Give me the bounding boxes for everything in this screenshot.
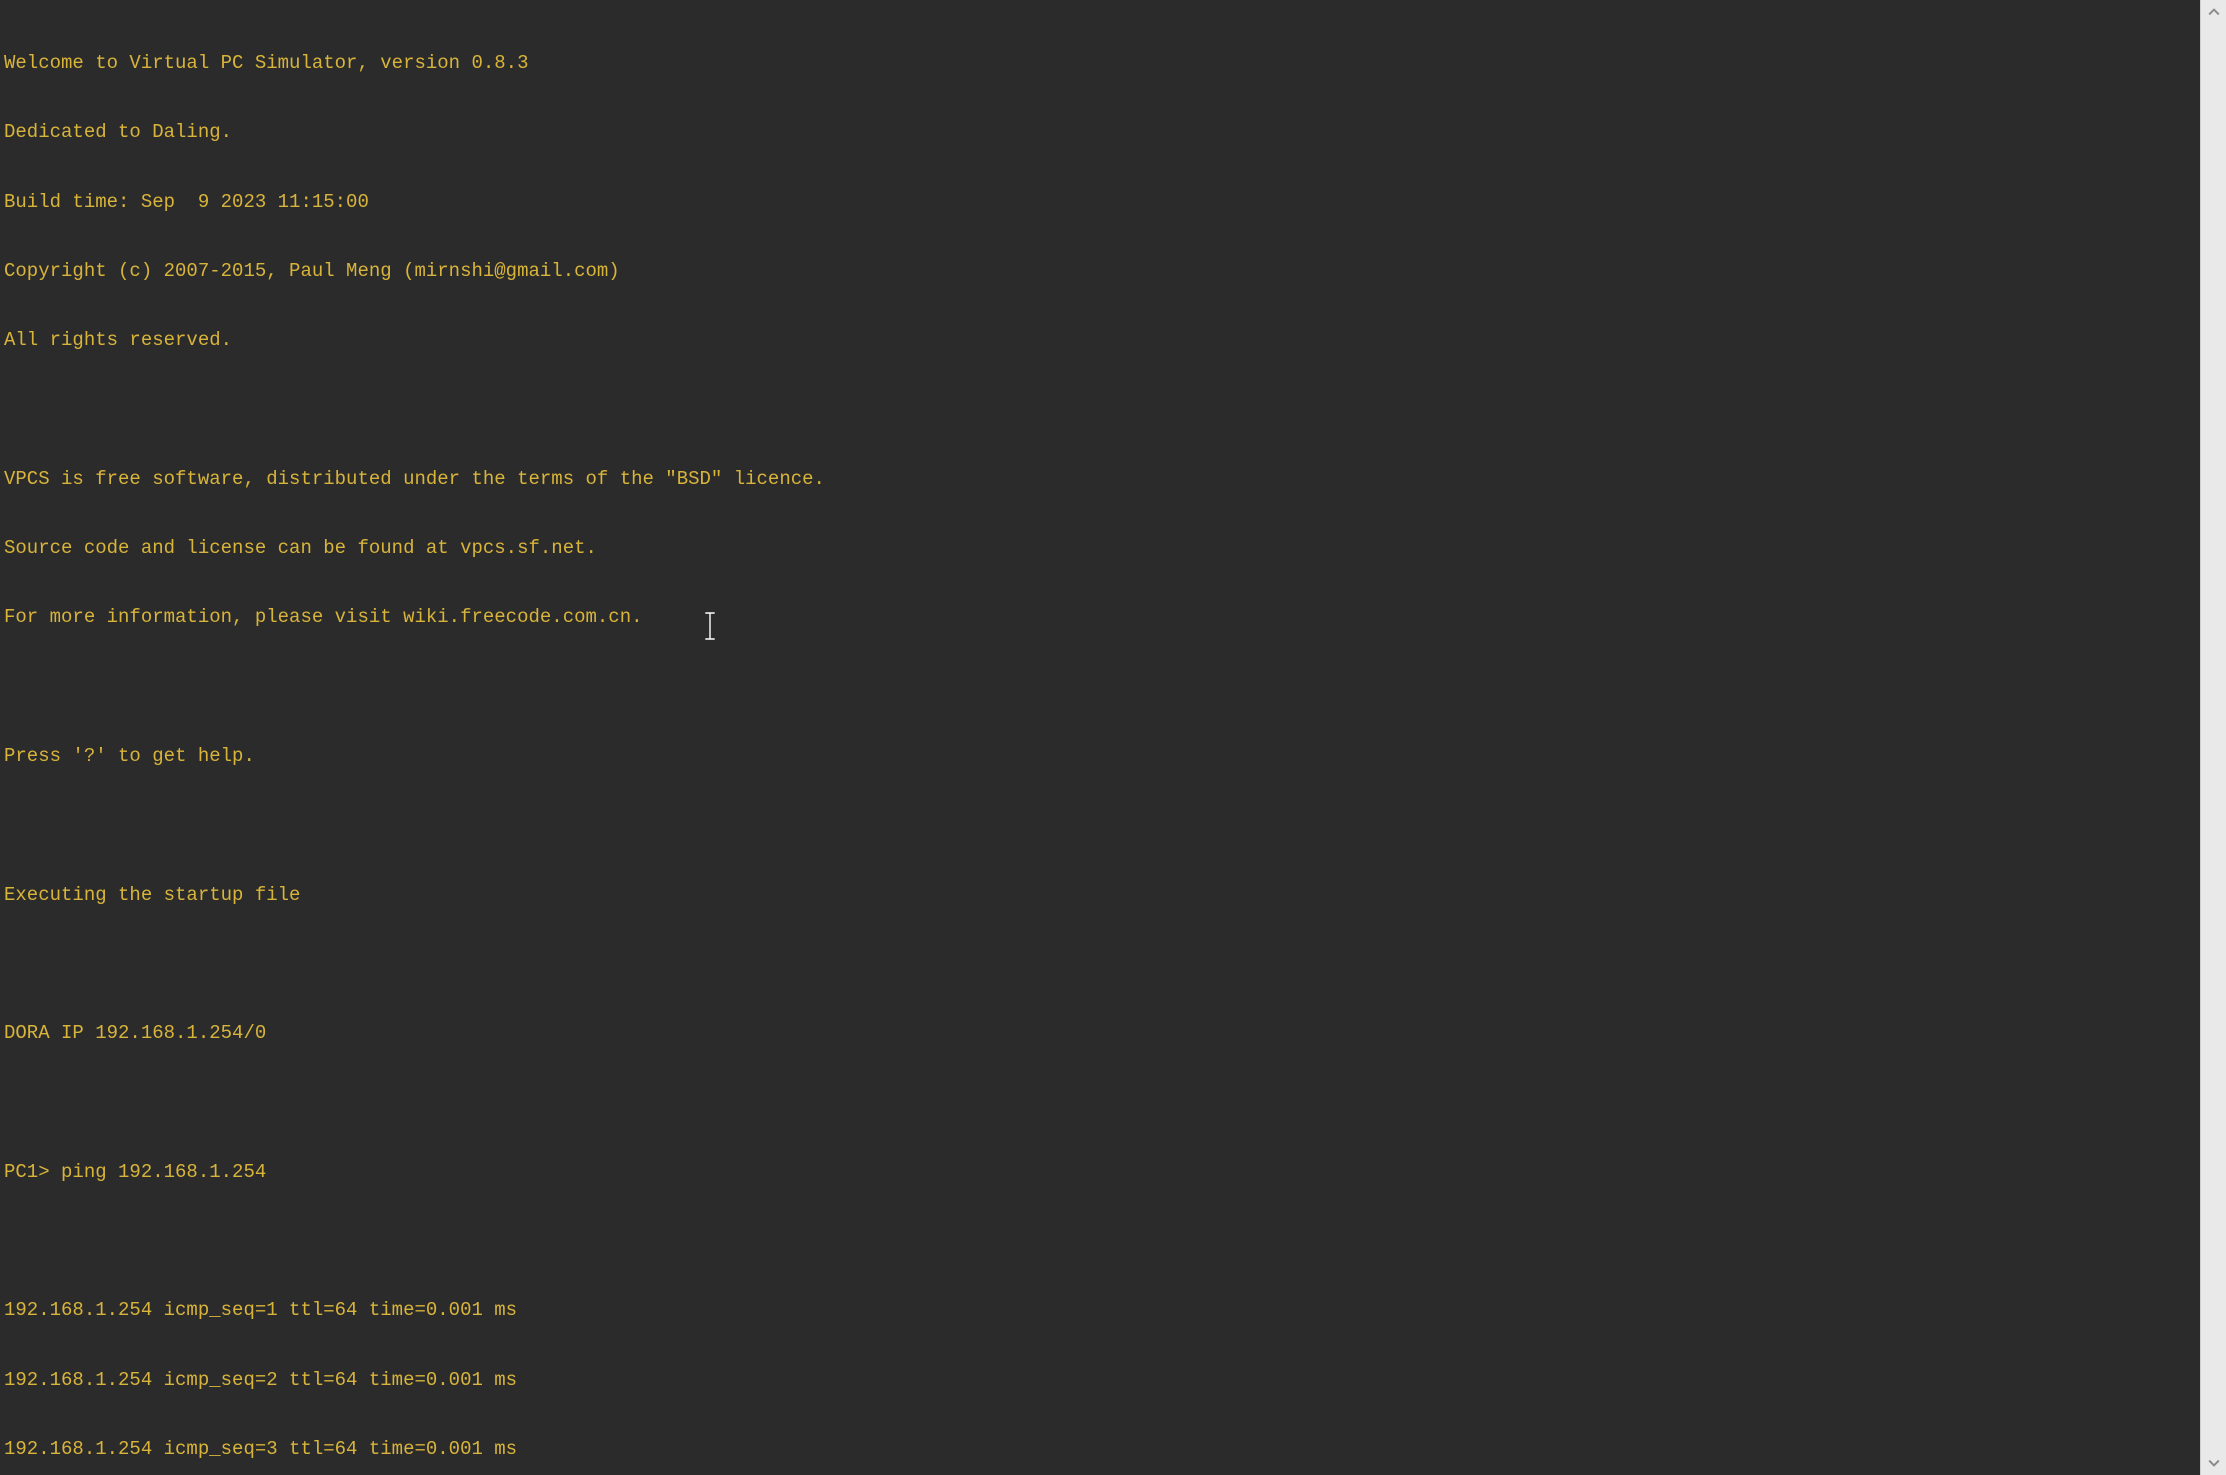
banner-line: VPCS is free software, distributed under… [4, 468, 2196, 491]
banner-line: DORA IP 192.168.1.254/0 [4, 1022, 2196, 1045]
chevron-up-icon [2208, 6, 2220, 18]
command-line: PC1> ping 192.168.1.254 [4, 1161, 2196, 1184]
banner-line: Executing the startup file [4, 884, 2196, 907]
banner-line: For more information, please visit wiki.… [4, 606, 2196, 629]
blank-line [4, 676, 2196, 699]
blank-line [4, 1230, 2196, 1253]
banner-line: All rights reserved. [4, 329, 2196, 352]
ping-reply: 192.168.1.254 icmp_seq=1 ttl=64 time=0.0… [4, 1299, 2196, 1322]
blank-line [4, 814, 2196, 837]
terminal-output[interactable]: Welcome to Virtual PC Simulator, version… [0, 0, 2200, 1475]
ping-reply: 192.168.1.254 icmp_seq=2 ttl=64 time=0.0… [4, 1369, 2196, 1392]
banner-line: Source code and license can be found at … [4, 537, 2196, 560]
chevron-down-icon [2208, 1457, 2220, 1469]
banner-line: Build time: Sep 9 2023 11:15:00 [4, 191, 2196, 214]
blank-line [4, 1091, 2196, 1114]
scroll-up-button[interactable] [2201, 0, 2226, 24]
banner-line: Copyright (c) 2007-2015, Paul Meng (mirn… [4, 260, 2196, 283]
app-container: Welcome to Virtual PC Simulator, version… [0, 0, 2226, 1475]
blank-line [4, 399, 2196, 422]
vertical-scrollbar[interactable] [2200, 0, 2226, 1475]
blank-line [4, 953, 2196, 976]
banner-line: Press '?' to get help. [4, 745, 2196, 768]
banner-line: Welcome to Virtual PC Simulator, version… [4, 52, 2196, 75]
banner-line: Dedicated to Daling. [4, 121, 2196, 144]
ibeam-cursor-icon [637, 589, 715, 670]
ping-reply: 192.168.1.254 icmp_seq=3 ttl=64 time=0.0… [4, 1438, 2196, 1461]
scroll-down-button[interactable] [2201, 1451, 2226, 1475]
